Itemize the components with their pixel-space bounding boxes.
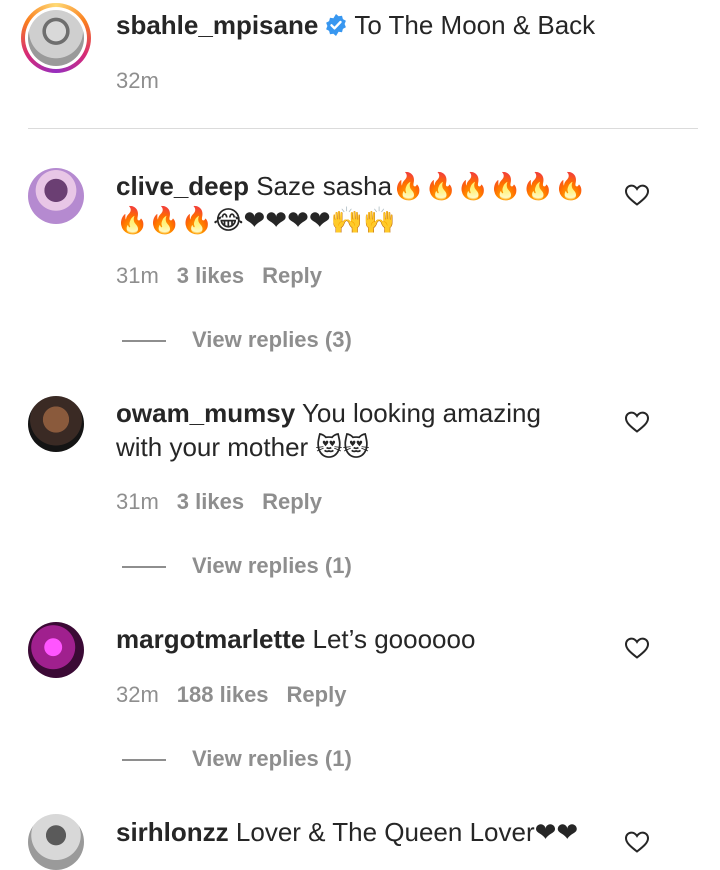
post-caption-text: To The Moon & Back	[354, 10, 596, 40]
reply-button[interactable]: Reply	[262, 489, 322, 514]
replies-dash	[122, 759, 166, 761]
comment-text-line1: Let’s goooooo	[312, 624, 476, 654]
comment-likes[interactable]: 3 likes	[177, 263, 244, 288]
view-replies-button[interactable]: View replies (1)	[192, 553, 352, 579]
post-author-avatar[interactable]	[21, 3, 91, 73]
replies-dash	[122, 340, 166, 342]
comment-meta: 32m 188 likes Reply	[116, 682, 346, 708]
commenter-avatar[interactable]	[28, 814, 84, 870]
comment-username[interactable]: sirhlonzz	[116, 817, 229, 847]
divider	[28, 128, 698, 129]
comment-username[interactable]: clive_deep	[116, 171, 249, 201]
comment-text-line1: Saze sasha🔥🔥🔥🔥🔥🔥	[256, 171, 587, 201]
view-replies-button[interactable]: View replies (3)	[192, 327, 352, 353]
comment-text: clive_deep Saze sasha🔥🔥🔥🔥🔥🔥	[116, 169, 586, 203]
commenter-avatar[interactable]	[28, 396, 84, 452]
post-time: 32m	[116, 68, 159, 93]
like-heart-icon[interactable]	[624, 830, 650, 854]
comment-text-line1: Lover & The Queen Lover❤❤	[235, 817, 579, 847]
comment-meta: 31m 3 likes Reply	[116, 263, 322, 289]
comment-text: margotmarlette Let’s goooooo	[116, 622, 475, 656]
comment-text-line1: You looking amazing	[301, 398, 541, 428]
like-heart-icon[interactable]	[624, 410, 650, 434]
post-author-username[interactable]: sbahle_mpisane	[116, 10, 318, 40]
reply-button[interactable]: Reply	[287, 682, 347, 707]
comment-text: owam_mumsy You looking amazing	[116, 396, 541, 430]
comment-time: 31m	[116, 489, 159, 514]
view-replies-button[interactable]: View replies (1)	[192, 746, 352, 772]
comment-text-line2: with your mother 😻😻	[116, 432, 370, 462]
comment-likes[interactable]: 188 likes	[177, 682, 269, 707]
comment-username[interactable]: margotmarlette	[116, 624, 305, 654]
commenter-avatar[interactable]	[28, 622, 84, 678]
verified-badge-icon	[326, 14, 347, 36]
comment-likes[interactable]: 3 likes	[177, 489, 244, 514]
comment-text: sirhlonzz Lover & The Queen Lover❤❤	[116, 815, 578, 849]
comment-time: 32m	[116, 682, 159, 707]
replies-dash	[122, 566, 166, 568]
like-heart-icon[interactable]	[624, 183, 650, 207]
like-heart-icon[interactable]	[624, 636, 650, 660]
avatar-image	[28, 10, 84, 66]
comment-text-line2: 🔥🔥🔥😂❤❤❤❤🙌🙌	[116, 205, 396, 235]
reply-button[interactable]: Reply	[262, 263, 322, 288]
comment-time: 31m	[116, 263, 159, 288]
comment-meta: 31m 3 likes Reply	[116, 489, 322, 515]
comment-username[interactable]: owam_mumsy	[116, 398, 295, 428]
post-caption: sbahle_mpisane To The Moon & Back	[116, 8, 595, 42]
commenter-avatar[interactable]	[28, 168, 84, 224]
